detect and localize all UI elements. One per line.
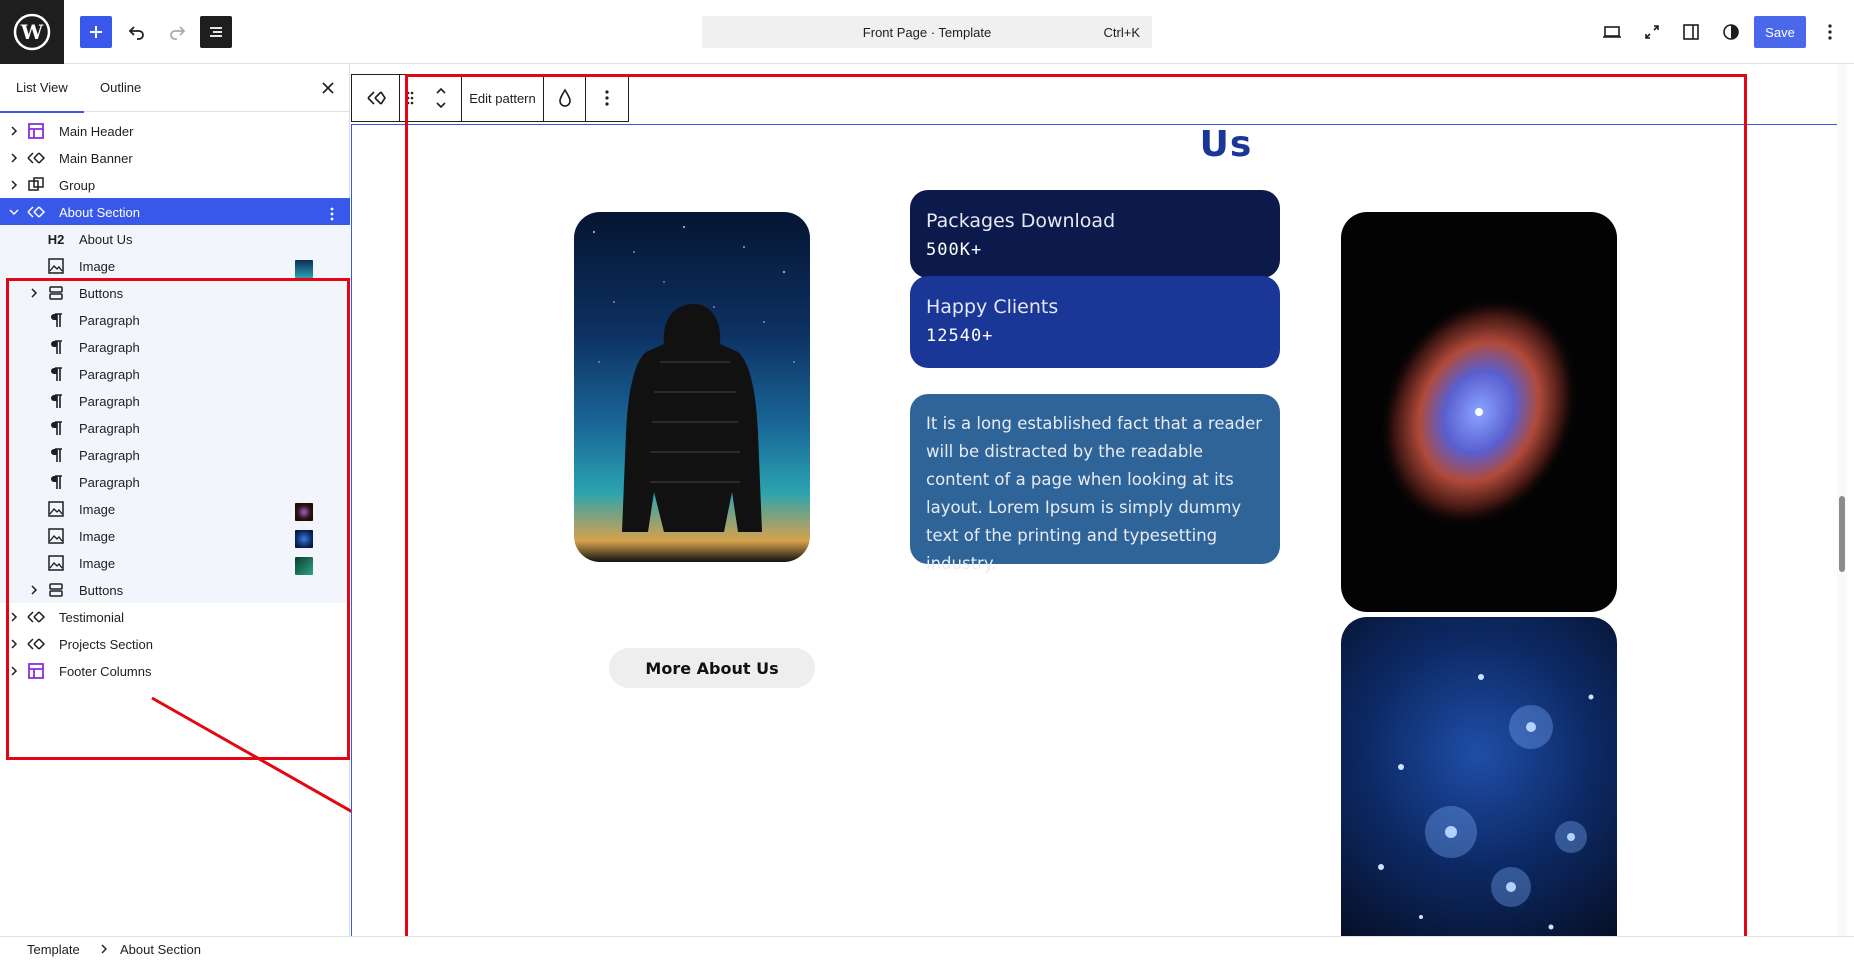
block-options-icon[interactable] — [586, 75, 628, 121]
canvas-scrollbar[interactable] — [1837, 64, 1847, 936]
breadcrumb-about-section[interactable]: About Section — [120, 942, 201, 957]
stat-value: 500K+ — [926, 240, 983, 260]
stat-card-downloads: Packages Download 500K+ — [910, 190, 1280, 278]
breadcrumb-template[interactable]: Template — [27, 942, 80, 957]
more-about-us-label: More About Us — [645, 658, 779, 678]
scroll-thumb[interactable] — [1839, 496, 1845, 572]
more-about-us-button[interactable]: More About Us — [609, 648, 815, 688]
drag-handle-icon[interactable] — [400, 75, 420, 121]
section-heading[interactable]: Us — [1126, 124, 1326, 165]
stat-card-clients: Happy Clients 12540+ — [910, 276, 1280, 368]
about-paragraph[interactable]: It is a long established fact that a rea… — [910, 394, 1280, 573]
stat-value: 12540+ — [926, 326, 994, 346]
chevron-right-icon — [100, 942, 108, 957]
stat-title: Happy Clients — [926, 296, 1059, 318]
block-breadcrumb: Template About Section — [0, 936, 1854, 961]
move-up-down-icon[interactable] — [420, 75, 462, 121]
block-toolbar: Edit pattern — [351, 74, 629, 122]
editor-canvas: Edit pattern Us More About Us Packages D… — [351, 64, 1847, 936]
edit-pattern-button[interactable]: Edit pattern — [462, 75, 544, 121]
person-aurora-image[interactable] — [574, 212, 810, 562]
pattern-icon[interactable] — [352, 75, 400, 121]
stat-title: Packages Download — [926, 210, 1116, 232]
star-cluster-image[interactable] — [1341, 617, 1617, 936]
color-drop-icon[interactable] — [544, 75, 586, 121]
nebula-image[interactable] — [1341, 212, 1617, 612]
